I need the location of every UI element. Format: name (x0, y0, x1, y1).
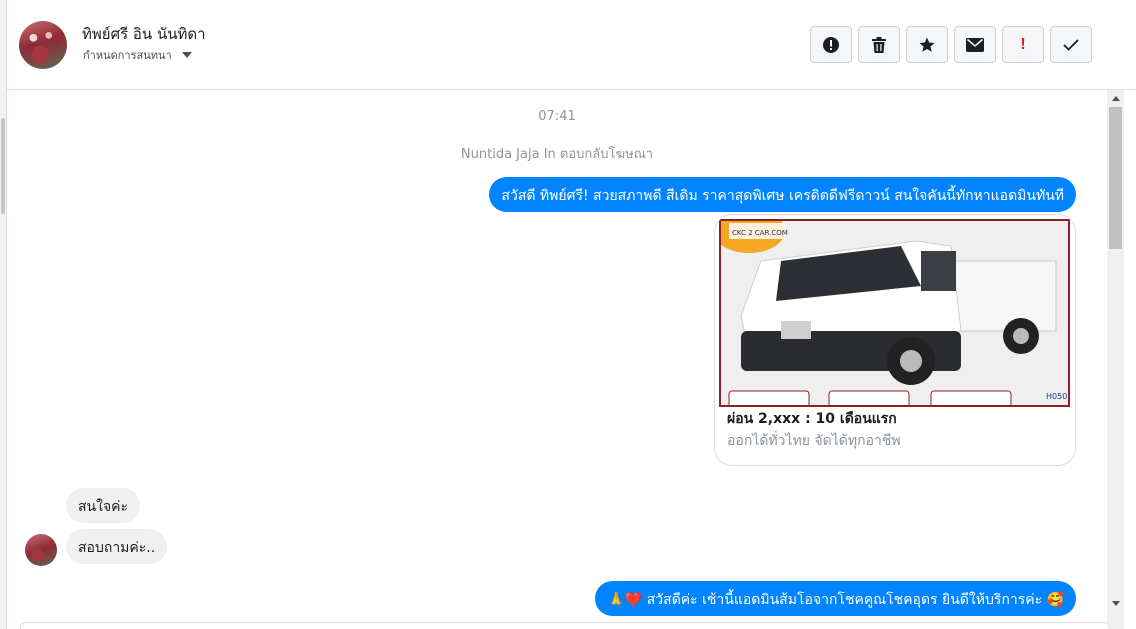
check-icon (1063, 38, 1079, 51)
incoming-message[interactable]: สอบถามค่ะ.. (66, 529, 168, 564)
truck-illustration: CKC 2 CAR.COM H050 (721, 221, 1068, 405)
contact-name[interactable]: ทิพย์ศรี อิน นันทิดา (82, 22, 206, 46)
outgoing-message[interactable]: สวัสดี ทิพย์ศรี! สวยสภาพดี สีเดิม ราคาสุ… (489, 177, 1076, 212)
caret-down-icon (181, 52, 192, 58)
smile-hearts-emoji: 🥰 (1046, 592, 1064, 608)
ad-reply-note: Nuntida Jaja In ตอบกลับโฆษณา (460, 147, 654, 162)
message-text: สวัสดีค่ะ เช้านี้แอดมินส้มโอจากโชคคูณโชค… (646, 592, 1043, 608)
report-button[interactable] (810, 26, 852, 63)
star-button[interactable] (906, 26, 948, 63)
report-icon (823, 36, 839, 53)
message-composer[interactable] (20, 622, 1110, 629)
trash-icon (872, 36, 886, 53)
delete-button[interactable] (858, 26, 900, 63)
scroll-up-arrow-icon[interactable] (1107, 90, 1124, 107)
truck-image: CKC 2 CAR.COM H050 (719, 219, 1070, 407)
incoming-message[interactable]: สนใจค่ะ (66, 488, 141, 523)
schedule-label: กำหนดการสนทนา (83, 49, 172, 62)
prayer-heart-emoji: 🙏❤️ (607, 592, 643, 608)
thread-scrollbar[interactable] (1107, 90, 1124, 629)
sender-avatar[interactable] (25, 534, 57, 566)
left-panel-edge (0, 0, 7, 629)
action-toolbar: ! (810, 26, 1092, 63)
card-title: ผ่อน 2,xxx : 10 เดือนแรก (727, 411, 897, 427)
envelope-icon (966, 37, 984, 52)
ad-card[interactable]: CKC 2 CAR.COM H050 ผ่อน 2,xxx : 10 เดือน… (714, 214, 1076, 466)
dealer-logo-text: CKC 2 CAR.COM (732, 229, 788, 237)
schedule-dropdown[interactable]: กำหนดการสนทนา (83, 46, 192, 64)
stock-code: H050 (1046, 392, 1067, 401)
contact-avatar[interactable] (19, 21, 67, 69)
outgoing-message[interactable]: 🙏❤️ สวัสดีค่ะ เช้านี้แอดมินส้มโอจากโชคคู… (595, 581, 1076, 616)
card-subtitle: ออกได้ทั่วไทย จัดได้ทุกอาชีพ (727, 433, 901, 449)
scroll-down-arrow-icon[interactable] (1107, 595, 1124, 612)
star-icon (919, 37, 935, 52)
mark-unread-button[interactable] (954, 26, 996, 63)
conversation-header: ทิพย์ศรี อิน นันทิดา กำหนดการสนทนา ! (7, 0, 1136, 90)
message-timestamp: 07:41 (538, 109, 576, 124)
important-button[interactable]: ! (1002, 26, 1044, 63)
exclamation-icon: ! (1020, 35, 1026, 53)
left-panel-scroll-nub[interactable] (1, 118, 5, 214)
right-edge (1124, 90, 1136, 629)
mark-done-button[interactable] (1050, 26, 1092, 63)
message-thread: 07:41 Nuntida Jaja In ตอบกลับโฆษณา สวัสด… (7, 90, 1107, 629)
scroll-thumb[interactable] (1109, 107, 1122, 249)
messenger-window: ทิพย์ศรี อิน นันทิดา กำหนดการสนทนา ! 07:… (0, 0, 1136, 629)
